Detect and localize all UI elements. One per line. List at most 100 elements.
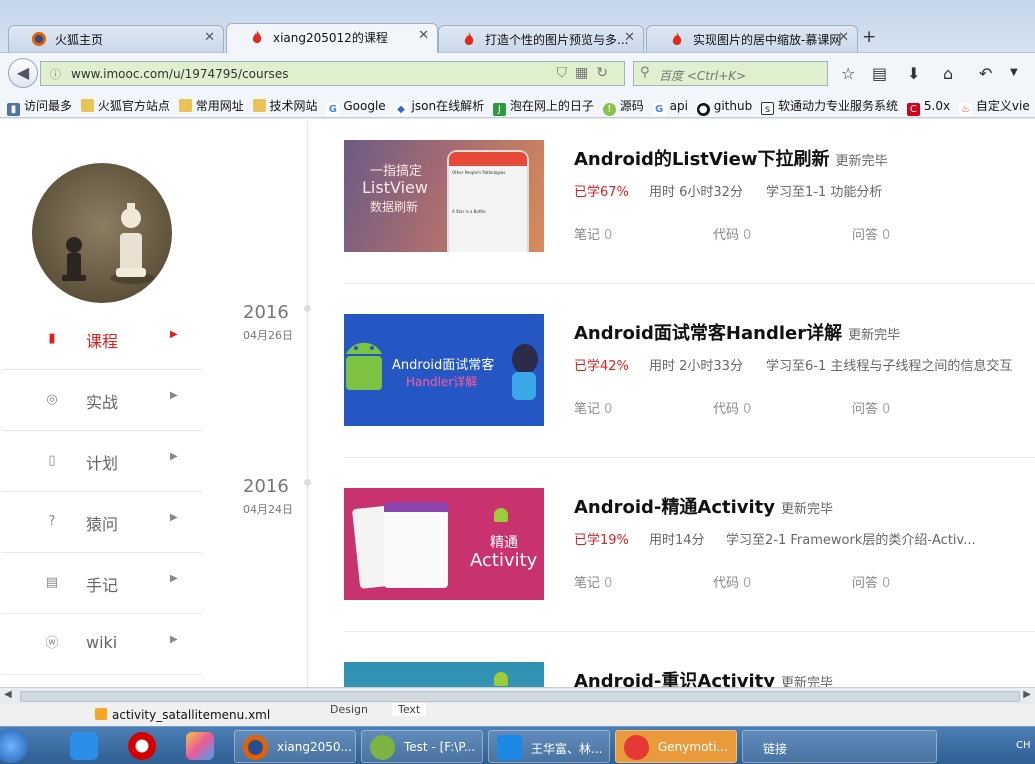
bookmark-item[interactable]: G Google xyxy=(326,99,386,116)
taskbar: xiang2050... Test - [F:\P... 王华富、林... Ge… xyxy=(0,726,1035,764)
ide-tab-design[interactable]: Design xyxy=(330,703,368,716)
sidebar-item-qa[interactable]: ? 猿问 ▶ xyxy=(2,492,202,553)
course-study-point[interactable]: 学习至6-1 主线程与子线程之间的信息交互 xyxy=(766,355,1012,374)
sidebar-item-label: wiki xyxy=(86,633,118,652)
bookmark-item[interactable]: 技术网站 xyxy=(252,97,318,114)
course-thumbnail[interactable]: 精通 Activity xyxy=(344,488,544,600)
bookmark-item[interactable]: ♨ 自定义vie xyxy=(958,97,1030,116)
language-indicator[interactable]: CH xyxy=(1016,740,1031,751)
timeline-year: 2016 xyxy=(243,476,289,497)
bookmark-item[interactable]: ● github xyxy=(696,99,752,116)
json-icon: ◆ xyxy=(394,103,408,116)
sidebar-item-courses[interactable]: ▮ 课程 ▶ xyxy=(2,309,202,370)
tab-image-zoom[interactable]: 实现图片的居中缩放-慕课网 ✕ xyxy=(646,25,858,52)
paint-icon[interactable] xyxy=(186,732,214,760)
course-thumbnail[interactable]: Android面试常客 Handler详解 xyxy=(344,314,544,426)
question-icon: ? xyxy=(48,514,56,529)
scroll-left-icon[interactable]: ◀ xyxy=(4,689,12,700)
start-button[interactable] xyxy=(0,729,28,763)
folder-icon xyxy=(252,99,266,112)
ide-file-name[interactable]: activity_satallitemenu.xml xyxy=(112,708,270,722)
info-icon: ⓘ xyxy=(50,68,61,81)
sidebar-item-practice[interactable]: ◎ 实战 ▶ xyxy=(2,370,202,431)
tab-bar: 火狐主页 ✕ xiang205012的课程 ✕ 打造个性的图片预览与多... ✕… xyxy=(0,0,1035,53)
android-icon xyxy=(494,508,508,522)
horizontal-scrollbar[interactable]: ◀ ▶ xyxy=(0,687,1035,704)
notes-icon: ▤ xyxy=(45,575,59,590)
taskbar-item-link[interactable]: 链接 xyxy=(742,730,937,763)
course-qa[interactable]: 问答 0 xyxy=(852,224,890,243)
course-title[interactable]: Android-精通Activity 更新完毕 xyxy=(574,493,833,519)
course-thumbnail[interactable] xyxy=(344,662,544,687)
bookmark-item[interactable]: ! 源码 xyxy=(602,97,644,116)
sidebar-item-plan[interactable]: ▯ 计划 ▶ xyxy=(2,431,202,492)
bookmark-item[interactable]: ▮ 访问最多 xyxy=(7,97,72,116)
tab-image-preview[interactable]: 打造个性的图片预览与多... ✕ xyxy=(438,25,644,52)
tab-label: 实现图片的居中缩放-慕课网 xyxy=(693,33,842,47)
course-title-text: Android的ListView下拉刷新 xyxy=(574,149,830,170)
qr-icon[interactable]: ▦ xyxy=(575,65,596,81)
bookmark-item[interactable]: J 泡在网上的日子 xyxy=(492,97,594,116)
tab-courses[interactable]: xiang205012的课程 ✕ xyxy=(226,23,438,53)
taskbar-item-firefox[interactable]: xiang2050... xyxy=(234,730,356,763)
tab-firefox-home[interactable]: 火狐主页 ✕ xyxy=(8,25,224,52)
taskbar-item-chat[interactable]: 王华富、林... xyxy=(488,730,610,763)
avatar[interactable] xyxy=(32,163,172,303)
course-code[interactable]: 代码 0 xyxy=(713,572,751,591)
course-title[interactable]: Android面试常客Handler详解 更新完毕 xyxy=(574,319,900,345)
course-thumbnail[interactable]: 一指搞定 ListView 数据刷新 Other People's Pathol… xyxy=(344,140,544,252)
shield-icon[interactable]: ⛉ xyxy=(557,65,576,81)
bookmark-item[interactable]: s 软通动力专业服务系统 xyxy=(761,97,898,115)
flame-icon xyxy=(672,32,682,45)
reload-icon[interactable]: ↻ xyxy=(596,65,616,81)
chat-icon xyxy=(497,735,522,760)
course-title[interactable]: Android的ListView下拉刷新 更新完毕 xyxy=(574,145,888,171)
bookmark-star-icon[interactable]: ☆ xyxy=(841,64,855,83)
bookmark-item[interactable]: 火狐官方站点 xyxy=(80,97,170,114)
undo-icon[interactable]: ↶ xyxy=(979,64,992,83)
course-qa[interactable]: 问答 0 xyxy=(852,572,890,591)
course-code[interactable]: 代码 0 xyxy=(713,398,751,417)
bookmark-icon: ▮ xyxy=(7,103,20,116)
chess-icon xyxy=(62,203,154,284)
taskbar-item-genymotion[interactable]: Genymoti... xyxy=(615,730,737,763)
scrollbar-thumb[interactable] xyxy=(20,691,1020,702)
course-study-point[interactable]: 学习至2-1 Framework层的类介绍-Activ... xyxy=(726,529,976,548)
tab-label: 火狐主页 xyxy=(55,33,104,47)
qq-icon[interactable] xyxy=(70,732,98,760)
new-tab-button[interactable]: + xyxy=(862,27,876,47)
firefox-icon xyxy=(32,32,46,46)
menu-dropdown-icon[interactable]: ▼ xyxy=(1010,67,1018,78)
course-notes[interactable]: 笔记 0 xyxy=(574,572,612,591)
course-title[interactable]: Android-重识Activity 更新完毕 xyxy=(574,667,833,687)
close-icon[interactable]: ✕ xyxy=(204,30,215,45)
course-notes[interactable]: 笔记 0 xyxy=(574,224,612,243)
close-icon[interactable]: ✕ xyxy=(838,30,849,45)
wiki-icon: ⓦ xyxy=(45,636,59,651)
android-icon xyxy=(346,342,382,390)
opera-icon[interactable] xyxy=(128,732,156,760)
sidebar-item-wiki[interactable]: ⓦ wiki ▶ xyxy=(2,614,202,675)
bookmark-item[interactable]: 常用网址 xyxy=(178,97,244,114)
sidebar-item-notes[interactable]: ▤ 手记 ▶ xyxy=(2,553,202,614)
close-icon[interactable]: ✕ xyxy=(624,30,635,45)
reading-list-icon[interactable]: ▤ xyxy=(872,64,887,83)
bookmark-item[interactable]: C 5.0x xyxy=(906,99,950,116)
taskbar-item-android-studio[interactable]: Test - [F:\P... xyxy=(361,730,483,763)
course-study-point[interactable]: 学习至1-1 功能分析 xyxy=(766,181,882,200)
bookmark-item[interactable]: Gapi xyxy=(652,99,688,116)
ide-tab-text[interactable]: Text xyxy=(392,703,427,716)
download-icon[interactable]: ⬇ xyxy=(907,64,920,83)
search-input[interactable]: ⚲ 百度 <Ctrl+K> xyxy=(633,61,828,86)
scroll-right-icon[interactable]: ▶ xyxy=(1023,689,1031,700)
course-code[interactable]: 代码 0 xyxy=(713,224,751,243)
course-qa[interactable]: 问答 0 xyxy=(852,398,890,417)
bookmark-item[interactable]: ◆ json在线解析 xyxy=(394,97,484,116)
close-icon[interactable]: ✕ xyxy=(418,28,429,43)
course-notes[interactable]: 笔记 0 xyxy=(574,398,612,417)
flame-icon xyxy=(464,32,474,45)
home-icon[interactable]: ⌂ xyxy=(943,64,953,83)
back-button[interactable]: ◀ xyxy=(8,58,38,88)
url-bar[interactable]: ⓘ www.imooc.com/u/1974795/courses ⛉▦↻ xyxy=(40,61,625,86)
bookmark-label: 访问最多 xyxy=(24,99,73,113)
